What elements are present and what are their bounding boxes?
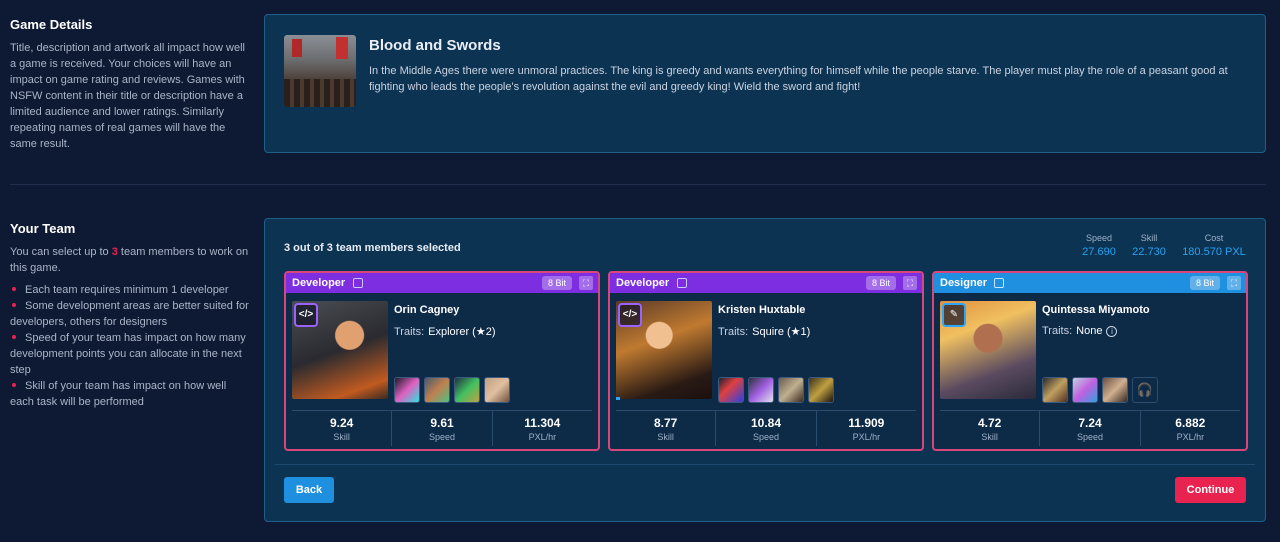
portrait-progress: [616, 397, 620, 400]
tier-badge: 8 Bit: [541, 276, 572, 290]
card-header: Developer 8 Bit ⛶: [286, 273, 598, 293]
member-traits: Traits: Squire (★1): [718, 326, 811, 338]
equipment-item[interactable]: [424, 377, 450, 403]
code-icon: </>: [618, 303, 642, 327]
continue-button[interactable]: Continue: [1175, 477, 1246, 503]
total-speed: Speed 27.690: [1082, 233, 1116, 258]
team-rule: Skill of your team has impact on how wel…: [10, 380, 227, 408]
member-stats: 8.77 Skill 10.84 Speed 11.909 PXL/hr: [616, 410, 916, 446]
equipment-item[interactable]: [1102, 377, 1128, 403]
back-button[interactable]: Back: [284, 477, 334, 503]
game-artwork[interactable]: [284, 35, 356, 107]
team-rule: Each team requires minimum 1 developer: [10, 282, 252, 298]
member-stats: 4.72 Skill 7.24 Speed 6.882 PXL/hr: [940, 410, 1240, 446]
expand-icon[interactable]: ⛶: [579, 276, 593, 290]
game-details-description: Title, description and artwork all impac…: [10, 42, 245, 150]
member-role: Developer: [616, 277, 670, 289]
equipment-item[interactable]: [454, 377, 480, 403]
team-selected-count: 3 out of 3 team members selected: [284, 242, 461, 254]
card-header: Developer 8 Bit ⛶: [610, 273, 922, 293]
game-details-panel: Blood and Swords In the Middle Ages ther…: [264, 14, 1266, 153]
team-rule: Some development areas are better suited…: [10, 300, 249, 328]
equipment-item[interactable]: [394, 377, 420, 403]
member-name: Orin Cagney: [394, 304, 460, 316]
member-role: Developer: [292, 277, 346, 289]
team-member-card[interactable]: Developer 8 Bit ⛶ </> Kristen Huxtable T…: [608, 271, 924, 451]
qr-icon: [994, 278, 1004, 288]
qr-icon: [353, 278, 363, 288]
design-tools-icon: ✎: [942, 303, 966, 327]
game-title: Blood and Swords: [369, 37, 501, 54]
member-traits: Traits: None i: [1042, 325, 1118, 337]
footer-divider: [275, 464, 1255, 465]
equipment-slots: [718, 377, 834, 403]
section-divider: [10, 184, 1266, 185]
team-member-card[interactable]: Designer 8 Bit ⛶ ✎ Quintessa Miyamoto Tr…: [932, 271, 1248, 451]
member-name: Kristen Huxtable: [718, 304, 806, 316]
code-icon: </>: [294, 303, 318, 327]
member-name: Quintessa Miyamoto: [1042, 304, 1150, 316]
equipment-item[interactable]: [484, 377, 510, 403]
your-team-title: Your Team: [10, 221, 76, 236]
team-rules-list: Each team requires minimum 1 developer S…: [10, 282, 252, 410]
game-description: In the Middle Ages there were unmoral pr…: [369, 65, 1228, 93]
equipment-item[interactable]: [1072, 377, 1098, 403]
info-icon[interactable]: i: [1106, 325, 1118, 337]
equipment-item[interactable]: [718, 377, 744, 403]
expand-icon[interactable]: ⛶: [903, 276, 917, 290]
qr-icon: [677, 278, 687, 288]
team-rule: Speed of your team has impact on how man…: [10, 332, 246, 376]
member-role: Designer: [940, 277, 988, 289]
tier-badge: 8 Bit: [865, 276, 896, 290]
total-skill: Skill 22.730: [1132, 233, 1166, 258]
headphones-icon[interactable]: 🎧: [1132, 377, 1158, 403]
equipment-item[interactable]: [808, 377, 834, 403]
member-traits: Traits: Explorer (★2): [394, 326, 496, 338]
equipment-item[interactable]: [1042, 377, 1068, 403]
equipment-item[interactable]: [778, 377, 804, 403]
member-stats: 9.24 Skill 9.61 Speed 11.304 PXL/hr: [292, 410, 592, 446]
equipment-slots: 🎧: [1042, 377, 1158, 403]
game-details-title: Game Details: [10, 17, 93, 32]
team-panel: 3 out of 3 team members selected Speed 2…: [264, 218, 1266, 522]
expand-icon[interactable]: ⛶: [1227, 276, 1241, 290]
total-cost: Cost 180.570 PXL: [1182, 233, 1246, 258]
card-header: Designer 8 Bit ⛶: [934, 273, 1246, 293]
tier-badge: 8 Bit: [1189, 276, 1220, 290]
your-team-intro: You can select up to 3 team members to w…: [10, 246, 249, 274]
equipment-slots: [394, 377, 510, 403]
team-member-card[interactable]: Developer 8 Bit ⛶ </> Orin Cagney Traits…: [284, 271, 600, 451]
equipment-item[interactable]: [748, 377, 774, 403]
